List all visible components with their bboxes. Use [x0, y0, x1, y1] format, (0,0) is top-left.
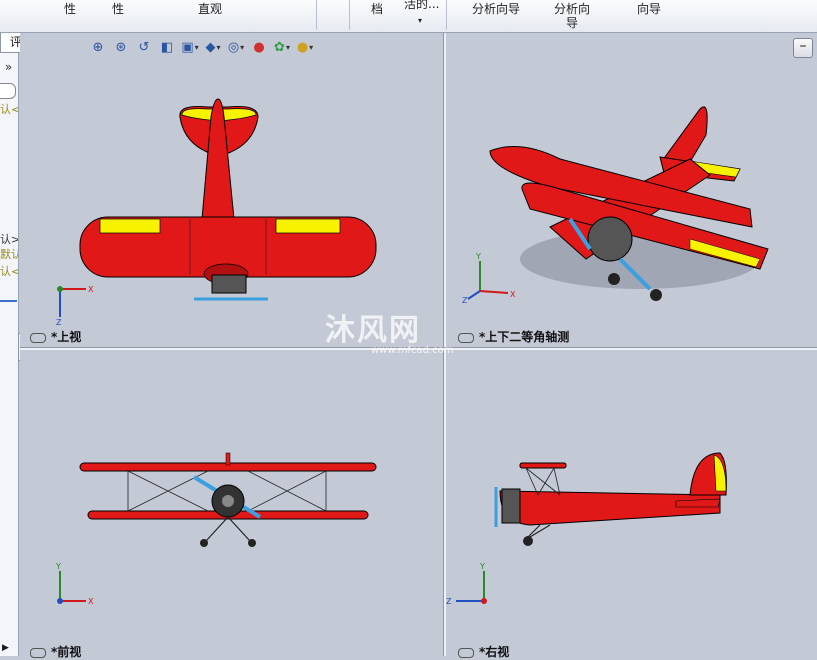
- view-orientation-icon[interactable]: ▣: [180, 37, 200, 57]
- link-icon: [30, 647, 46, 658]
- feature-manager-panel: » 认< 认> 默认 认< ▶: [0, 53, 19, 656]
- view-settings-icon[interactable]: ●: [295, 37, 315, 57]
- link-icon: [30, 332, 46, 343]
- svg-text:Z: Z: [446, 597, 452, 606]
- triad-top-left: X Z: [56, 285, 94, 327]
- watermark-main: 沐风网: [325, 313, 421, 348]
- side-text-2: 认>: [0, 233, 19, 246]
- triad-bottom-right: Y Z: [446, 562, 487, 606]
- watermark-sub: www.mfcad.com: [371, 345, 454, 356]
- viewport-label-top: *上视: [30, 328, 81, 345]
- plane-right-view: [494, 452, 727, 546]
- ribbon-item-8[interactable]: 向导: [637, 2, 661, 16]
- viewport-label-iso: *上下二等角轴测: [458, 328, 569, 345]
- watermark: 沐风网 www.mfcad.com: [325, 305, 454, 356]
- link-icon: [458, 332, 474, 343]
- plane-iso-view: [489, 106, 769, 301]
- side-text-3: 默认: [0, 248, 18, 261]
- zoom-to-fit-icon[interactable]: ⊕: [88, 37, 108, 57]
- link-icon: [458, 647, 474, 658]
- triad-y: Y: [475, 252, 481, 261]
- scene-icon[interactable]: ✿: [272, 37, 292, 57]
- expand-icon[interactable]: »: [0, 59, 17, 75]
- ribbon-item-2[interactable]: 性: [112, 2, 124, 16]
- ribbon-item-7[interactable]: 分析向 导: [554, 2, 590, 30]
- heads-up-toolbar: ⊕ ⊛ ↺ ◧ ▣ ◆ ◎ ● ✿ ●: [88, 37, 315, 57]
- triad-z: Z: [56, 318, 62, 327]
- ribbon: 性 性 直观 档 活的... ▾ 分析向导 分析向 导 向导: [0, 0, 817, 33]
- ribbon-item-3[interactable]: 直观: [198, 2, 222, 16]
- section-view-icon[interactable]: ◧: [157, 37, 177, 57]
- panel-divider: [0, 300, 17, 302]
- ribbon-item-6[interactable]: 分析向导: [472, 2, 520, 16]
- triad-x: X: [88, 285, 94, 294]
- ribbon-item-5[interactable]: 活的...: [404, 0, 439, 11]
- previous-view-icon[interactable]: ↺: [134, 37, 154, 57]
- graphics-area[interactable]: ⊕ ⊛ ↺ ◧ ▣ ◆ ◎ ● ✿ ● – 沐风网 www.mfcad.com: [20, 33, 817, 659]
- ribbon-item-1[interactable]: 性: [64, 2, 76, 16]
- ribbon-item-4[interactable]: 档: [371, 2, 383, 16]
- appearance-icon[interactable]: ●: [249, 37, 269, 57]
- display-style-icon[interactable]: ◆: [203, 37, 223, 57]
- viewport-label-right: *右视: [458, 643, 509, 660]
- triad-top-right: Y X Z: [462, 252, 516, 305]
- svg-text:X: X: [510, 290, 516, 299]
- filter-field[interactable]: [0, 83, 16, 99]
- ribbon-item-5-dropdown-icon[interactable]: ▾: [418, 14, 422, 28]
- svg-text:Y: Y: [55, 562, 61, 571]
- restore-viewport-button[interactable]: –: [793, 38, 813, 58]
- plane-top-view: [79, 98, 377, 301]
- side-text-4: 认<: [0, 265, 19, 278]
- zoom-area-icon[interactable]: ⊛: [111, 37, 131, 57]
- viewport-label-front: *前视: [30, 643, 81, 660]
- plane-front-view: [79, 452, 377, 547]
- svg-text:Z: Z: [462, 296, 468, 305]
- hide-show-icon[interactable]: ◎: [226, 37, 246, 57]
- triad-bottom-left: Y X: [55, 562, 94, 606]
- side-text-1: 认<: [0, 103, 19, 116]
- svg-text:X: X: [88, 597, 94, 606]
- svg-text:Y: Y: [479, 562, 485, 571]
- scroll-right-icon[interactable]: ▶: [2, 643, 9, 653]
